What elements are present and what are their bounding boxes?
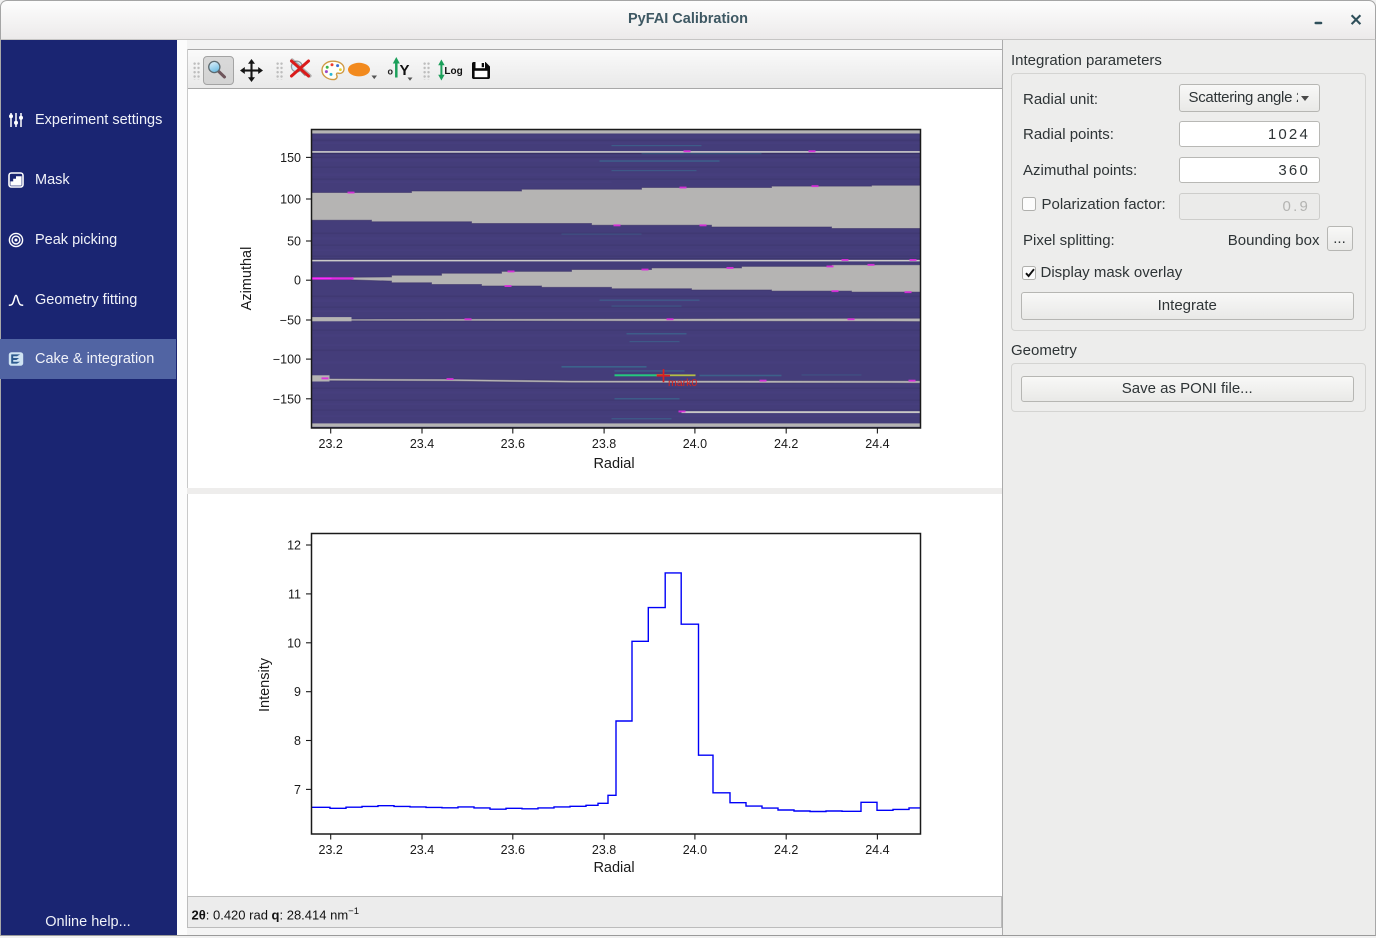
svg-text:24.0: 24.0	[683, 437, 707, 451]
svg-text:11: 11	[288, 587, 301, 601]
svg-text:Log: Log	[444, 66, 462, 77]
svg-text:−100: −100	[273, 353, 301, 367]
svg-text:23.6: 23.6	[501, 843, 525, 857]
svg-text:24.0: 24.0	[683, 843, 707, 857]
svg-text:23.8: 23.8	[592, 437, 616, 451]
svg-text:23.8: 23.8	[592, 843, 616, 857]
svg-text:150: 150	[280, 151, 301, 165]
svg-text:100: 100	[280, 193, 301, 207]
svg-text:23.2: 23.2	[319, 437, 343, 451]
svg-text:7: 7	[294, 783, 301, 797]
svg-text:−50: −50	[280, 314, 301, 328]
svg-text:24.4: 24.4	[865, 437, 889, 451]
svg-text:Y: Y	[400, 62, 410, 79]
svg-text:23.6: 23.6	[501, 437, 525, 451]
svg-text:Azimuthal: Azimuthal	[239, 247, 255, 311]
svg-text:24.4: 24.4	[865, 843, 889, 857]
svg-text:24.2: 24.2	[774, 437, 798, 451]
svg-text:50: 50	[287, 235, 301, 249]
svg-text:23.2: 23.2	[319, 843, 343, 857]
svg-text:o: o	[388, 67, 394, 77]
svg-text:0: 0	[294, 274, 301, 288]
svg-text:12: 12	[287, 539, 301, 553]
svg-text:Radial: Radial	[593, 860, 634, 876]
svg-text:Intensity: Intensity	[257, 657, 273, 712]
svg-text:24.2: 24.2	[774, 843, 798, 857]
svg-text:mark0: mark0	[668, 377, 697, 389]
svg-text:−150: −150	[273, 392, 301, 406]
svg-text:23.4: 23.4	[410, 437, 434, 451]
svg-text:8: 8	[294, 734, 301, 748]
svg-text:9: 9	[294, 685, 301, 699]
svg-text:23.4: 23.4	[410, 843, 434, 857]
svg-text:Radial: Radial	[593, 456, 634, 472]
svg-text:10: 10	[287, 636, 301, 650]
